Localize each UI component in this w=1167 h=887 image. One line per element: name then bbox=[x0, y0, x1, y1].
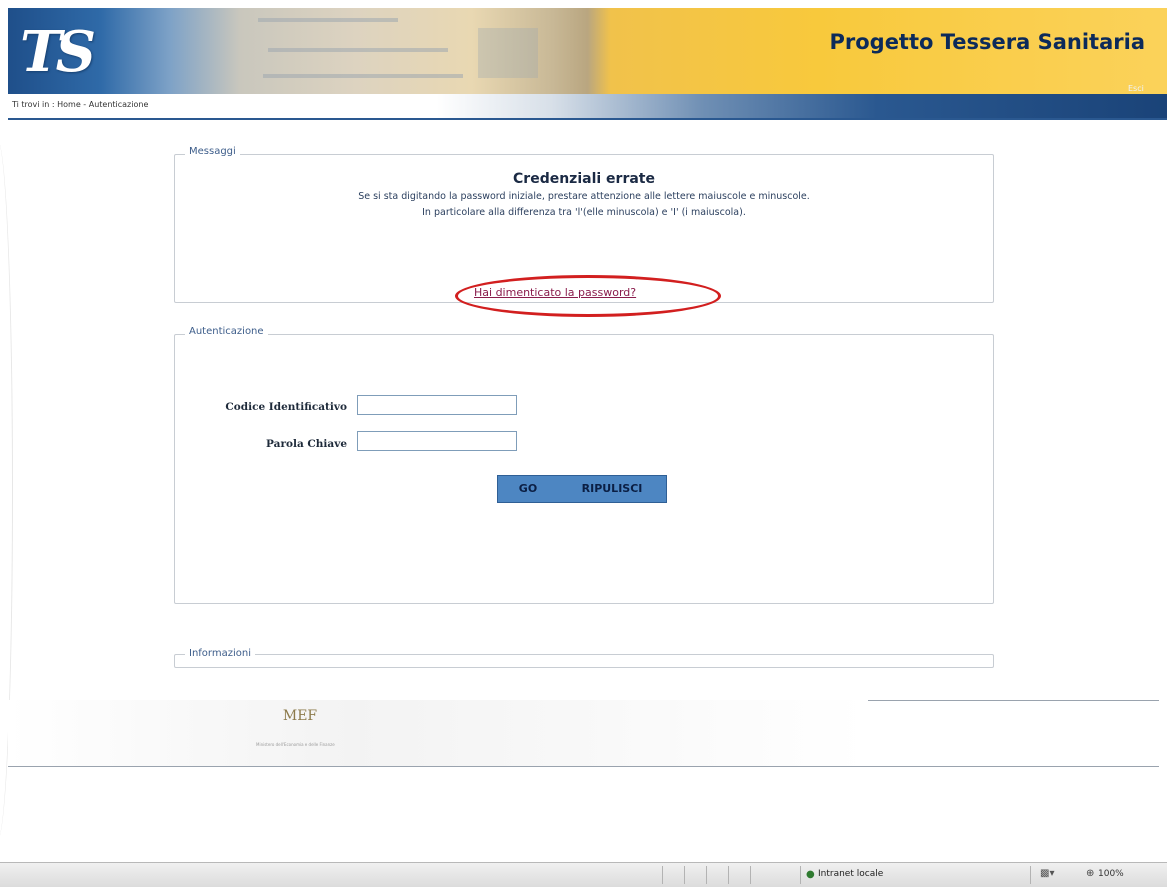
error-title: Credenziali errate bbox=[513, 171, 655, 187]
message-panel: Messaggi Credenziali errate Se si sta di… bbox=[174, 146, 994, 317]
authentication-legend: Autenticazione bbox=[185, 326, 268, 337]
breadcrumb: Ti trovi in : Home - Autenticazione bbox=[12, 100, 149, 109]
banner-shelf bbox=[258, 18, 398, 22]
security-zone: Intranet locale bbox=[818, 869, 884, 879]
exit-link[interactable]: Esci bbox=[1128, 84, 1144, 93]
status-separator bbox=[750, 866, 751, 884]
zoom-icon[interactable]: ⊕ bbox=[1086, 868, 1094, 879]
footer-divider bbox=[8, 766, 1159, 767]
password-label: Parola Chiave bbox=[266, 438, 347, 450]
intranet-icon: ● bbox=[806, 869, 815, 880]
protected-mode-icon[interactable]: ▩▾ bbox=[1040, 868, 1054, 879]
status-separator bbox=[800, 866, 801, 884]
banner-shelf bbox=[268, 48, 448, 52]
banner-shelf bbox=[478, 28, 538, 78]
status-separator bbox=[1030, 866, 1031, 884]
button-bar: GO RIPULISCI bbox=[497, 475, 667, 503]
banner-shelf bbox=[263, 74, 463, 78]
reset-button[interactable]: RIPULISCI bbox=[558, 476, 666, 502]
status-separator bbox=[662, 866, 663, 884]
navigation-bar: Ti trovi in : Home - Autenticazione bbox=[8, 94, 1167, 120]
status-separator bbox=[706, 866, 707, 884]
status-separator bbox=[728, 866, 729, 884]
mef-subtitle: Ministero dell'Economia e delle Finanze bbox=[256, 742, 335, 747]
user-id-input[interactable] bbox=[357, 395, 517, 415]
ts-logo: TS bbox=[20, 19, 96, 85]
password-input[interactable] bbox=[357, 431, 517, 451]
mef-logo: MEF bbox=[282, 708, 318, 724]
message-legend: Messaggi bbox=[185, 146, 240, 157]
information-panel: Informazioni bbox=[174, 648, 994, 668]
zoom-level[interactable]: 100% bbox=[1098, 869, 1124, 879]
status-separator bbox=[684, 866, 685, 884]
app-title: Progetto Tessera Sanitaria bbox=[829, 30, 1145, 54]
forgot-password-link[interactable]: Hai dimenticato la password? bbox=[474, 286, 636, 299]
user-id-label: Codice Identificativo bbox=[225, 401, 347, 413]
footer bbox=[8, 700, 868, 766]
go-button[interactable]: GO bbox=[498, 476, 558, 502]
error-message-line: Se si sta digitando la password iniziale… bbox=[358, 191, 810, 202]
browser-status-bar: ● Intranet locale ▩▾ ⊕ 100% bbox=[0, 862, 1167, 887]
site-header: TS Progetto Tessera Sanitaria bbox=[8, 8, 1167, 94]
authentication-panel: Autenticazione Codice Identificativo Par… bbox=[174, 326, 994, 604]
information-legend: Informazioni bbox=[185, 648, 255, 659]
error-message-line: In particolare alla differenza tra 'l'(e… bbox=[422, 207, 746, 218]
